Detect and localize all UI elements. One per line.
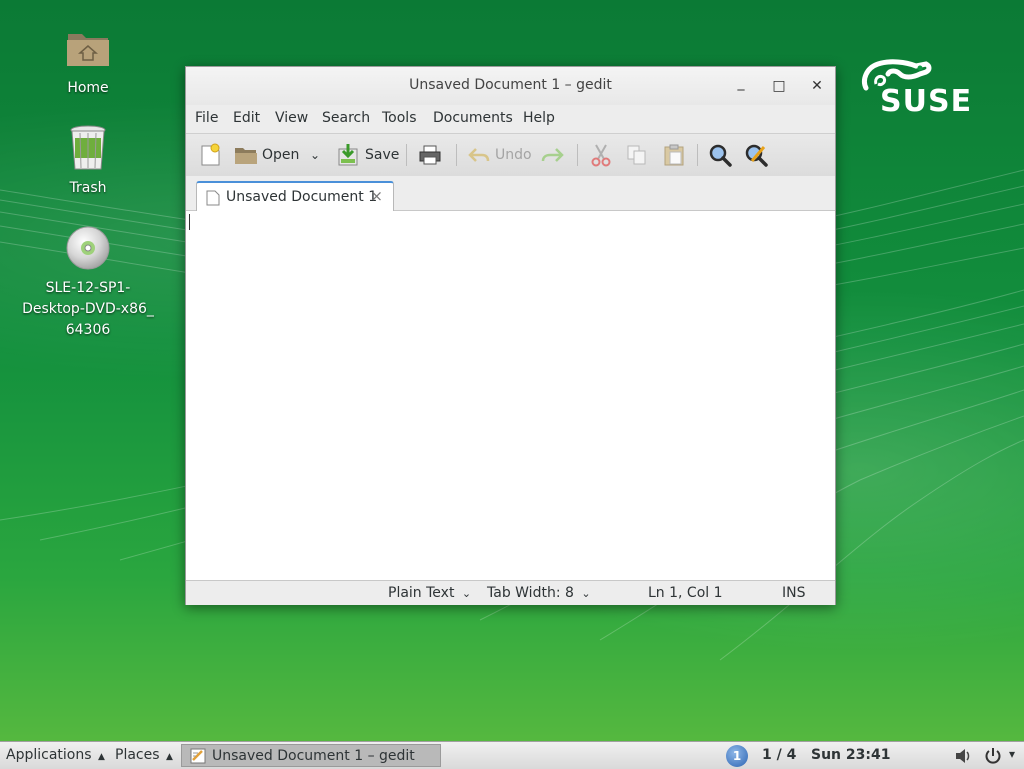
cut-icon (591, 144, 611, 167)
toolbar-separator (697, 144, 698, 166)
find-button[interactable] (708, 142, 732, 168)
menu-help[interactable]: Help (523, 110, 555, 126)
desktop-icon-label: Home (67, 80, 109, 96)
tab-width-label: Tab Width: 8 (487, 585, 574, 601)
home-folder-icon (67, 34, 109, 66)
bottom-panel: Applications ▲ Places ▲ Unsaved Document… (0, 741, 1024, 769)
save-icon (338, 144, 358, 166)
places-menu[interactable]: Places ▲ (115, 747, 173, 763)
menubar: File Edit View Search Tools Documents He… (186, 105, 835, 133)
close-button[interactable]: ✕ (807, 76, 827, 96)
toolbar-separator (406, 144, 407, 166)
text-document-icon (206, 190, 220, 206)
save-button[interactable]: Save (337, 142, 399, 168)
desktop-icon-label: Trash (69, 180, 107, 196)
volume-icon[interactable] (954, 747, 972, 765)
chevron-down-icon: ⌄ (581, 587, 591, 600)
tab-close-icon[interactable]: × (370, 187, 383, 205)
taskbar-item-label: Unsaved Document 1 – gedit (212, 748, 415, 764)
logo-text: SUSE (880, 84, 973, 119)
dvd-disc-icon (66, 226, 110, 270)
cut-button[interactable] (590, 142, 612, 168)
trash-icon (70, 125, 106, 170)
menu-search[interactable]: Search (322, 110, 370, 126)
triangle-up-icon: ▲ (165, 752, 173, 762)
print-icon (419, 145, 441, 165)
text-editor-area[interactable] (186, 211, 835, 580)
power-icon[interactable] (984, 747, 1002, 765)
gedit-icon (190, 748, 206, 764)
taskbar-item-gedit[interactable]: Unsaved Document 1 – gedit (181, 744, 441, 767)
open-folder-icon (235, 148, 257, 164)
menu-file[interactable]: File (195, 110, 218, 126)
language-selector[interactable]: Plain Text ⌄ (388, 585, 471, 601)
gedit-window: Unsaved Document 1 – gedit _ □ ✕ File Ed… (185, 66, 836, 605)
redo-button[interactable] (540, 142, 564, 168)
document-tab[interactable]: Unsaved Document 1 × (196, 181, 394, 211)
search-icon (709, 144, 732, 167)
paste-icon (664, 144, 684, 166)
maximize-button[interactable]: □ (769, 76, 789, 96)
chevron-down-icon: ⌄ (461, 587, 472, 600)
open-label: Open (262, 147, 300, 163)
find-replace-button[interactable] (744, 142, 768, 168)
triangle-up-icon: ▲ (97, 752, 105, 762)
undo-label: Undo (495, 147, 532, 163)
places-label: Places (115, 747, 160, 763)
tab-label: Unsaved Document 1 (226, 189, 378, 205)
copy-icon (627, 145, 646, 165)
paste-button[interactable] (663, 142, 685, 168)
window-titlebar[interactable]: Unsaved Document 1 – gedit _ □ ✕ (186, 67, 835, 106)
applications-label: Applications (6, 747, 92, 763)
document-tabstrip: Unsaved Document 1 × (186, 176, 835, 211)
toolbar-separator (456, 144, 457, 166)
menu-edit[interactable]: Edit (233, 110, 260, 126)
undo-icon (468, 148, 490, 162)
language-label: Plain Text (388, 585, 455, 601)
new-document-button[interactable] (200, 142, 222, 168)
minimize-button[interactable]: _ (731, 73, 751, 93)
copy-button[interactable] (626, 142, 648, 168)
toolbar: Open ⌄ Save Undo (186, 133, 835, 177)
insert-mode: INS (782, 585, 806, 601)
menu-documents[interactable]: Documents (433, 110, 513, 126)
desktop-icon-label: SLE-12-SP1- Desktop-DVD-x86_ 64306 (22, 280, 154, 338)
menu-view[interactable]: View (275, 110, 308, 126)
text-cursor (189, 214, 190, 230)
workspace-indicator[interactable]: 1 / 4 (762, 747, 796, 763)
applications-menu[interactable]: Applications ▲ (6, 747, 105, 763)
print-button[interactable] (418, 142, 442, 168)
new-document-icon (201, 143, 220, 166)
desktop-icon-dvd[interactable]: SLE-12-SP1- Desktop-DVD-x86_ 64306 (18, 224, 158, 341)
desktop-icon-home[interactable]: Home (18, 24, 158, 99)
statusbar: Plain Text ⌄ Tab Width: 8 ⌄ Ln 1, Col 1 … (186, 580, 835, 605)
clock[interactable]: Sun 23:41 (811, 747, 890, 763)
chevron-down-icon[interactable]: ▾ (1009, 747, 1015, 761)
open-button[interactable]: Open (234, 142, 299, 168)
workspace-badge[interactable]: 1 (726, 745, 748, 767)
desktop-icon-trash[interactable]: Trash (18, 124, 158, 199)
redo-icon (541, 148, 564, 162)
cursor-position: Ln 1, Col 1 (648, 585, 723, 601)
tab-width-selector[interactable]: Tab Width: 8 ⌄ (487, 585, 591, 601)
save-label: Save (365, 147, 400, 163)
suse-logo: SUSE (858, 58, 980, 119)
menu-tools[interactable]: Tools (382, 110, 417, 126)
find-replace-icon (745, 144, 768, 167)
open-recent-dropdown[interactable]: ⌄ (310, 142, 320, 168)
toolbar-separator (577, 144, 578, 166)
chevron-down-icon: ⌄ (310, 148, 321, 162)
undo-button[interactable]: Undo (468, 142, 532, 168)
